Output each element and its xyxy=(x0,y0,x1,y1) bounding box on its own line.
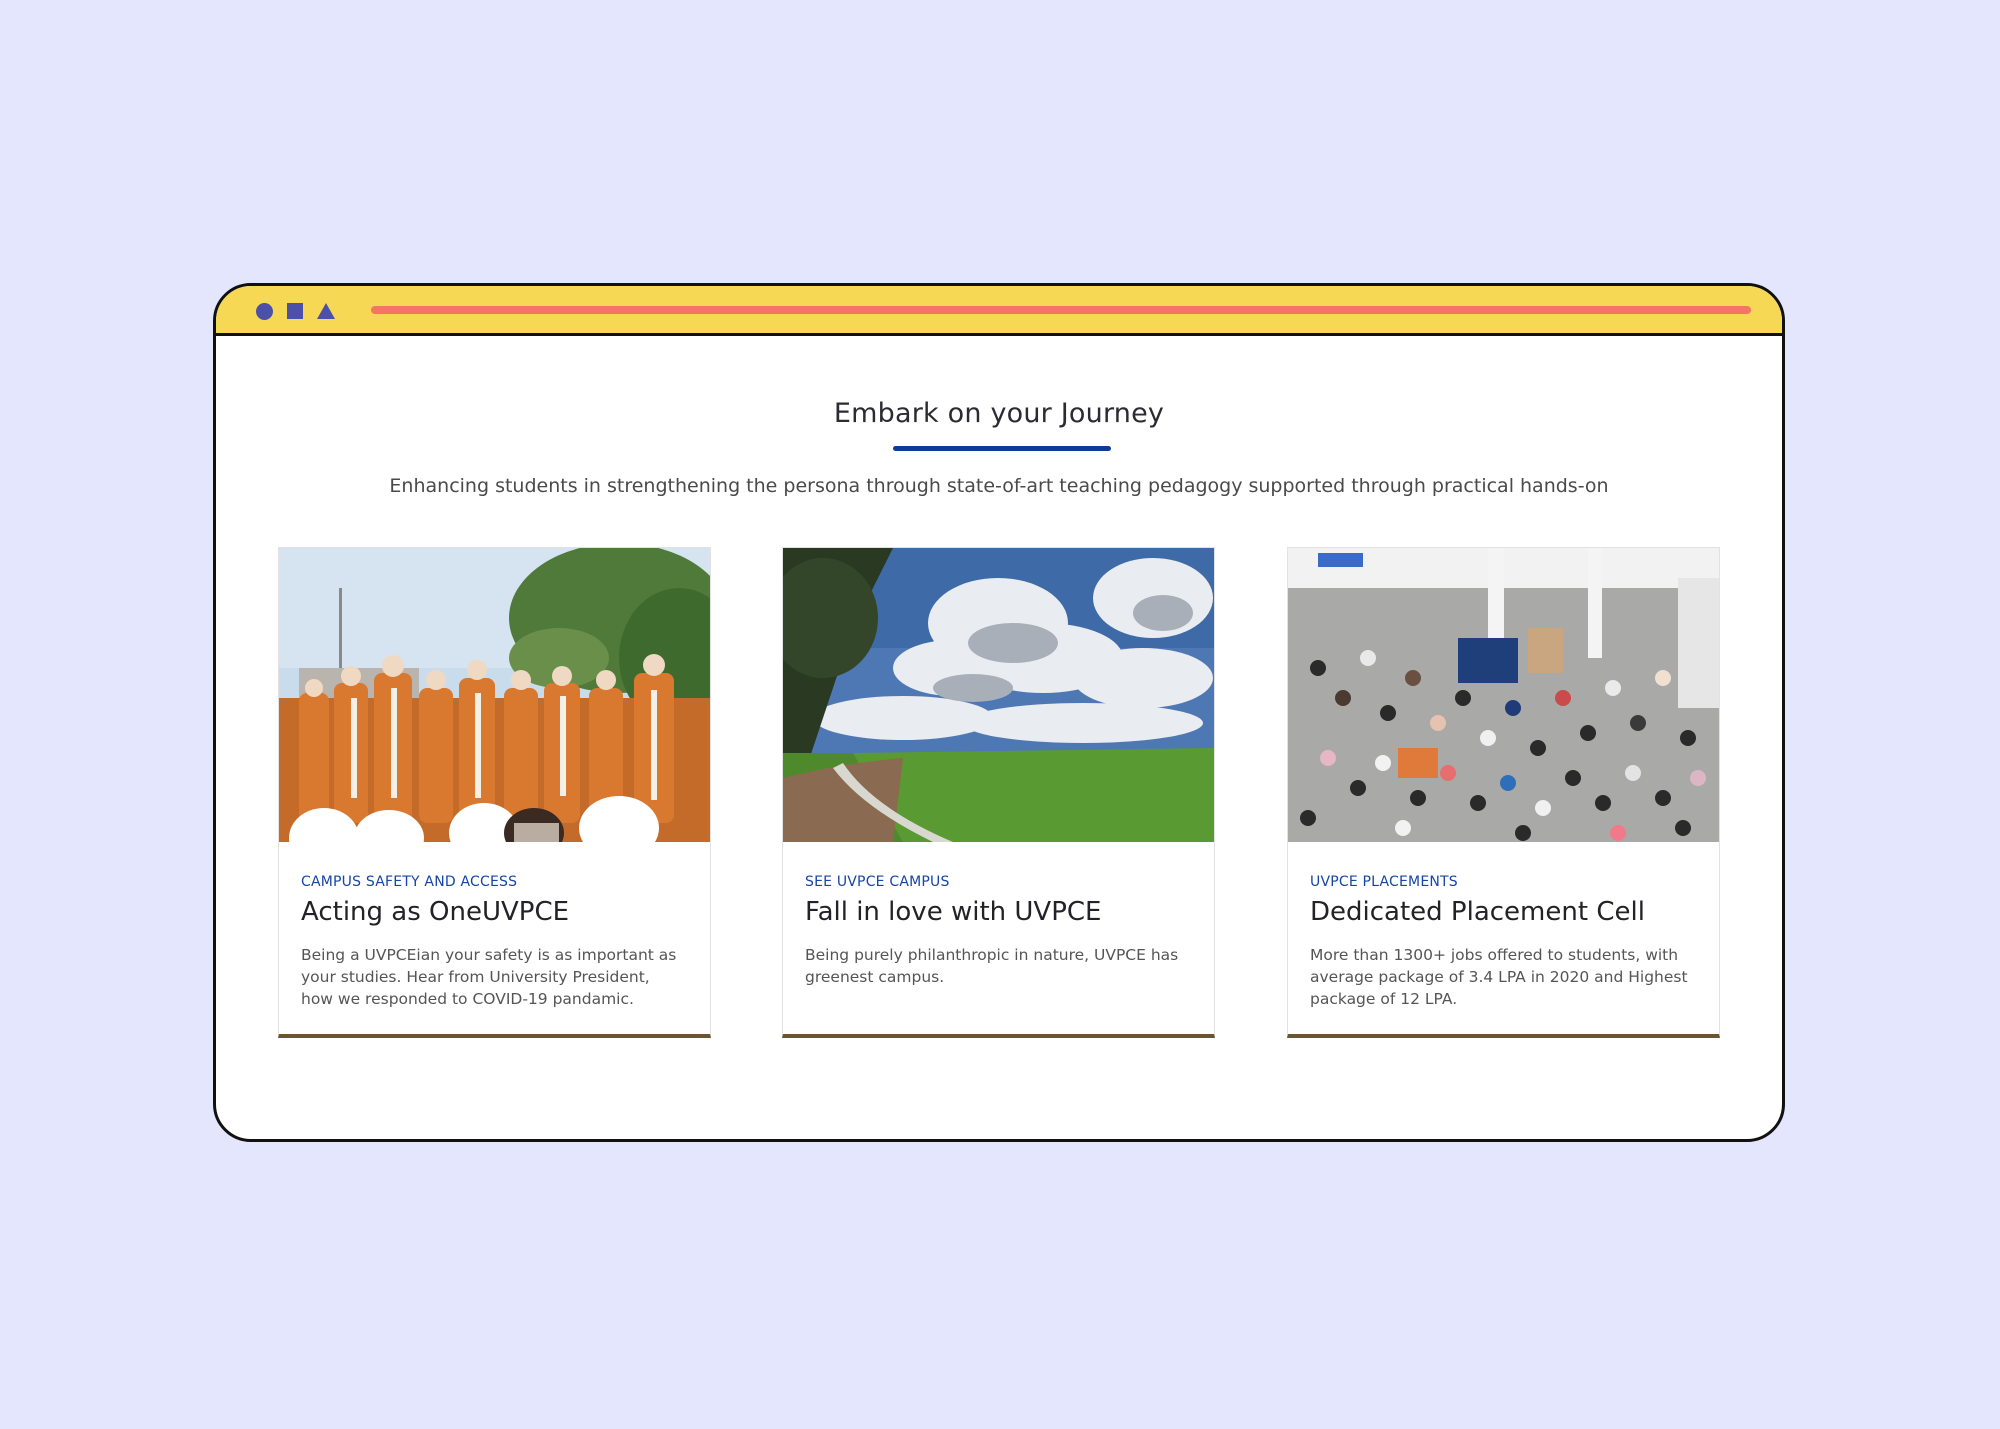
square-icon[interactable] xyxy=(287,303,303,319)
card-campus[interactable]: SEE UVPCE CAMPUS Fall in love with UVPCE… xyxy=(782,547,1215,1038)
card-description: More than 1300+ jobs offered to students… xyxy=(1310,946,1688,1008)
window-titlebar xyxy=(216,286,1782,336)
card-campus-safety[interactable]: CAMPUS SAFETY AND ACCESS Acting as OneUV… xyxy=(278,547,711,1038)
browser-window: Embark on your Journey Enhancing student… xyxy=(213,283,1785,1142)
card-description: Being a UVPCEian your safety is as impor… xyxy=(301,946,677,1008)
card-placements[interactable]: UVPCE PLACEMENTS Dedicated Placement Cel… xyxy=(1287,547,1720,1038)
placement-crowd-photo[interactable] xyxy=(1288,548,1719,842)
graduates-in-robes-photo[interactable] xyxy=(279,548,710,842)
card-title[interactable]: Acting as OneUVPCE xyxy=(301,897,569,927)
card-title[interactable]: Fall in love with UVPCE xyxy=(805,897,1101,927)
triangle-icon[interactable] xyxy=(317,303,335,319)
card-description: Being purely philanthropic in nature, UV… xyxy=(805,946,1179,986)
circle-icon[interactable] xyxy=(256,303,273,320)
card-category[interactable]: SEE UVPCE CAMPUS xyxy=(805,874,950,890)
section-subtitle: Enhancing students in strengthening the … xyxy=(389,475,1609,497)
title-underline xyxy=(893,446,1111,451)
card-category[interactable]: CAMPUS SAFETY AND ACCESS xyxy=(301,874,517,890)
section-title: Embark on your Journey xyxy=(833,398,1165,429)
address-bar[interactable] xyxy=(371,306,1751,314)
card-title[interactable]: Dedicated Placement Cell xyxy=(1310,897,1645,927)
green-campus-field-photo[interactable] xyxy=(783,548,1214,842)
card-category[interactable]: UVPCE PLACEMENTS xyxy=(1310,874,1458,890)
